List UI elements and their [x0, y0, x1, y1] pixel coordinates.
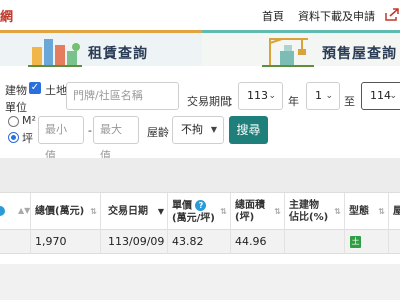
info-icon[interactable] — [0, 206, 5, 216]
cell-unit-price: 43.82 — [167, 230, 230, 254]
chevron-down-icon: ⌄ — [268, 91, 276, 101]
max-value-input[interactable]: 最大值 — [93, 116, 139, 162]
header-unit-price[interactable]: 單價 ? (萬元/坪) ⇅ — [167, 193, 230, 231]
unit-label: 單位 — [5, 101, 27, 114]
caret-down-icon: ▼ — [210, 125, 217, 134]
tab-presale-query[interactable]: 預售屋查詢 — [202, 30, 400, 67]
sort-icon: ⇅ — [220, 207, 227, 216]
cell-total-area: 44.96 — [230, 230, 284, 254]
header-unit-price-line1: 單價 — [172, 200, 192, 212]
table-row[interactable]: 1,970 113/09/09 43.82 44.96 土 — [0, 230, 400, 254]
help-icon[interactable]: ? — [195, 200, 207, 211]
year-from-select[interactable]: 113 ⌄ — [238, 82, 283, 110]
footer-band — [0, 264, 400, 300]
chevron-down-icon: ⌄ — [325, 91, 333, 101]
nav-home-link[interactable]: 首頁 — [262, 8, 284, 24]
cell-trade-date: 113/09/09 — [100, 230, 167, 254]
header-total-price[interactable]: 總價(萬元) ⇅ — [30, 193, 100, 231]
cell-next — [388, 230, 400, 254]
to-label: 至 — [344, 95, 355, 108]
page: 網 首頁 資料下載及申請 租賃查詢 預售屋查詢 建物 ✓ 土地 單位 門牌/社區… — [0, 0, 400, 300]
header-type[interactable]: 型態 ⇅ — [344, 193, 388, 231]
city-buildings-icon — [28, 39, 82, 67]
header-main-building-ratio[interactable]: 主建物 佔比(%) ⇅ — [284, 193, 344, 231]
header-trade-date-label: 交易日期 — [108, 206, 148, 217]
tab-presale-label: 預售屋查詢 — [322, 46, 397, 62]
header-total-price-label: 總價(萬元) — [35, 206, 85, 217]
sort-desc-icon: ▼ — [157, 207, 164, 216]
unit-ping-radio[interactable] — [8, 132, 19, 143]
construction-crane-icon — [262, 38, 314, 67]
chevron-down-icon: ⌄ — [389, 91, 397, 101]
query-tabs: 租賃查詢 預售屋查詢 — [0, 30, 400, 67]
sort-icon: ⇅ — [274, 207, 281, 216]
header-next-label: 屋 — [393, 206, 400, 217]
unit-ping-label: 坪 — [22, 132, 33, 145]
year-from-value: 113 — [247, 89, 268, 102]
top-header: 網 首頁 資料下載及申請 — [0, 0, 400, 30]
header-type-label: 型態 — [349, 206, 369, 217]
tab-rent-query[interactable]: 租賃查詢 — [0, 30, 202, 67]
header-trade-date[interactable]: 交易日期 ▼ — [100, 193, 167, 231]
land-label: 土地 — [45, 84, 67, 97]
land-type-badge: 土 — [350, 236, 361, 248]
site-logo-fragment[interactable]: 網 — [0, 6, 13, 25]
period-label: 交易期間 — [187, 95, 231, 108]
min-value-input[interactable]: 最小值 — [38, 116, 84, 162]
sort-icon[interactable]: ▲▼ — [18, 206, 30, 215]
year-to-select[interactable]: 114 ⌄ — [361, 82, 400, 110]
share-icon[interactable] — [384, 8, 400, 22]
land-checkbox[interactable]: ✓ — [29, 82, 41, 94]
table-header: ▲▼ 總價(萬元) ⇅ 交易日期 ▼ 單價 ? (萬元/坪) ⇅ 總面積 (坪)… — [0, 192, 400, 231]
year-to-value: 114 — [370, 89, 391, 102]
month-from-select[interactable]: 1 ⌄ — [306, 82, 340, 110]
age-select[interactable]: 不拘 ▼ — [172, 116, 224, 144]
age-value: 不拘 — [181, 123, 203, 136]
unit-m2-radio[interactable] — [8, 116, 19, 127]
nav-download-link[interactable]: 資料下載及申請 — [298, 8, 375, 24]
age-label: 屋齡 — [147, 126, 169, 139]
address-input[interactable]: 門牌/社區名稱 — [66, 82, 179, 110]
search-button[interactable]: 搜尋 — [229, 116, 268, 144]
sort-icon: ⇅ — [90, 207, 97, 216]
sort-icon: ⇅ — [378, 207, 385, 216]
month-from-value: 1 — [315, 89, 322, 102]
tab-rent-label: 租賃查詢 — [88, 46, 148, 62]
building-label: 建物 — [5, 84, 27, 97]
separator-band — [0, 158, 400, 192]
range-dash: - — [88, 124, 92, 137]
unit-m2-label: M² — [22, 114, 36, 127]
cell-total-price: 1,970 — [30, 230, 100, 254]
header-next-column[interactable]: 屋 — [388, 193, 400, 231]
cell-main-ratio — [284, 230, 344, 254]
year-unit-label: 年 — [288, 95, 299, 108]
sort-icon: ⇅ — [334, 207, 341, 216]
header-total-area[interactable]: 總面積 (坪) ⇅ — [230, 193, 284, 231]
